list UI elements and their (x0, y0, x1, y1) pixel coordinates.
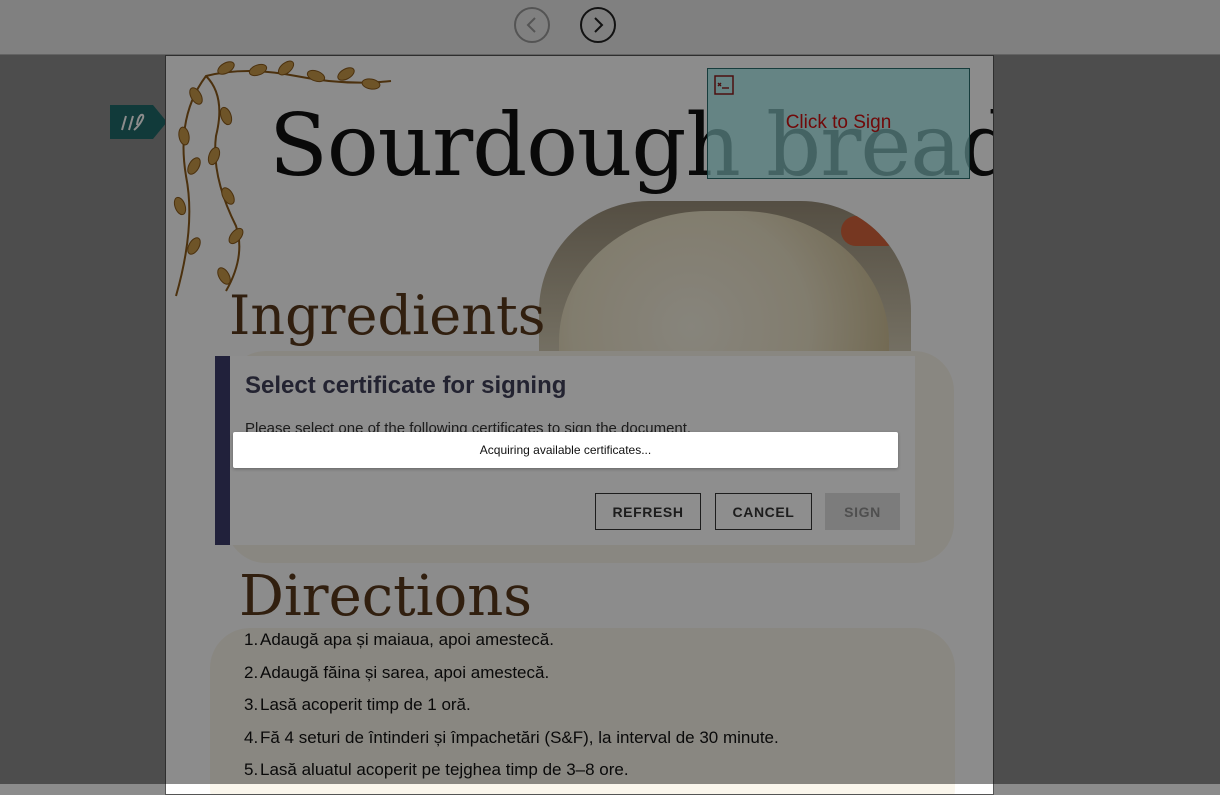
loading-banner: Acquiring available certificates... (233, 432, 898, 468)
